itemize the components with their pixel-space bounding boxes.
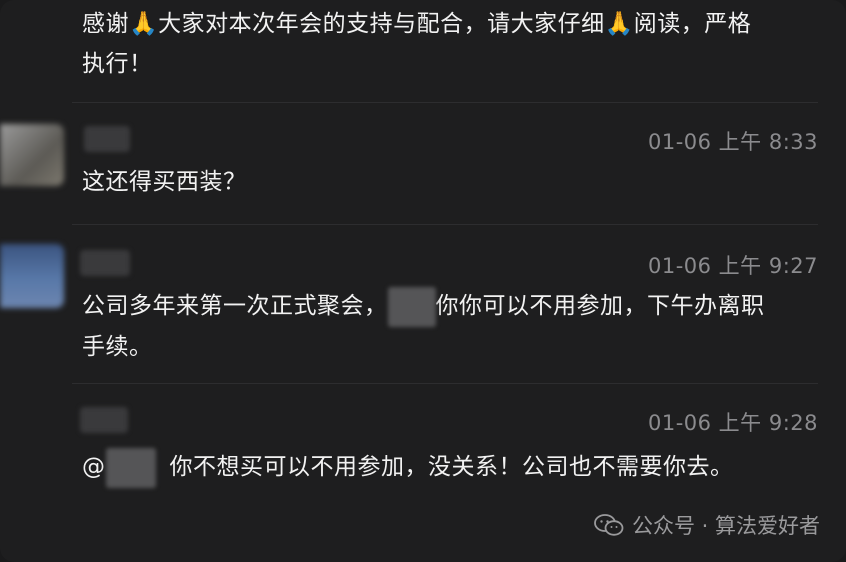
message-text: 公司多年来第一次正式聚会， <box>82 293 388 319</box>
message-line: 感谢🙏大家对本次年会的支持与配合，请大家仔细🙏阅读，严格 <box>82 11 752 37</box>
sender-name-redacted <box>80 250 130 276</box>
wechat-icon <box>594 514 624 536</box>
divider <box>72 224 818 225</box>
mention-at: @ <box>82 454 106 480</box>
mention-redacted <box>387 286 436 327</box>
avatar[interactable] <box>0 244 64 308</box>
watermark-text: 公众号 · 算法爱好者 <box>631 514 820 538</box>
divider <box>72 383 818 384</box>
message-timestamp: 01-06 上午 9:27 <box>647 254 818 278</box>
avatar[interactable] <box>0 124 64 186</box>
sender-name-redacted <box>80 407 128 433</box>
message-text: 你不想买可以不用参加，没关系！公司也不需要你去。 <box>169 454 734 480</box>
watermark: 公众号 · 算法爱好者 <box>594 510 820 540</box>
mention-redacted[interactable] <box>105 447 156 488</box>
message-timestamp: 01-06 上午 9:28 <box>647 411 818 435</box>
chat-window: 感谢🙏大家对本次年会的支持与配合，请大家仔细🙏阅读，严格 执行！ 01-06 上… <box>0 0 846 562</box>
message-text: 你你可以不用参加，下午办离职 <box>435 293 765 319</box>
sender-name-redacted <box>84 126 130 152</box>
divider <box>72 102 818 103</box>
message-line: 执行！ <box>82 51 153 77</box>
message-text: 这还得买西装？ <box>82 169 247 195</box>
message-line: 手续。 <box>82 333 153 360</box>
message-timestamp: 01-06 上午 8:33 <box>647 130 818 154</box>
message-line: 公司多年来第一次正式聚会， 你你可以不用参加，下午办离职 <box>82 286 765 327</box>
